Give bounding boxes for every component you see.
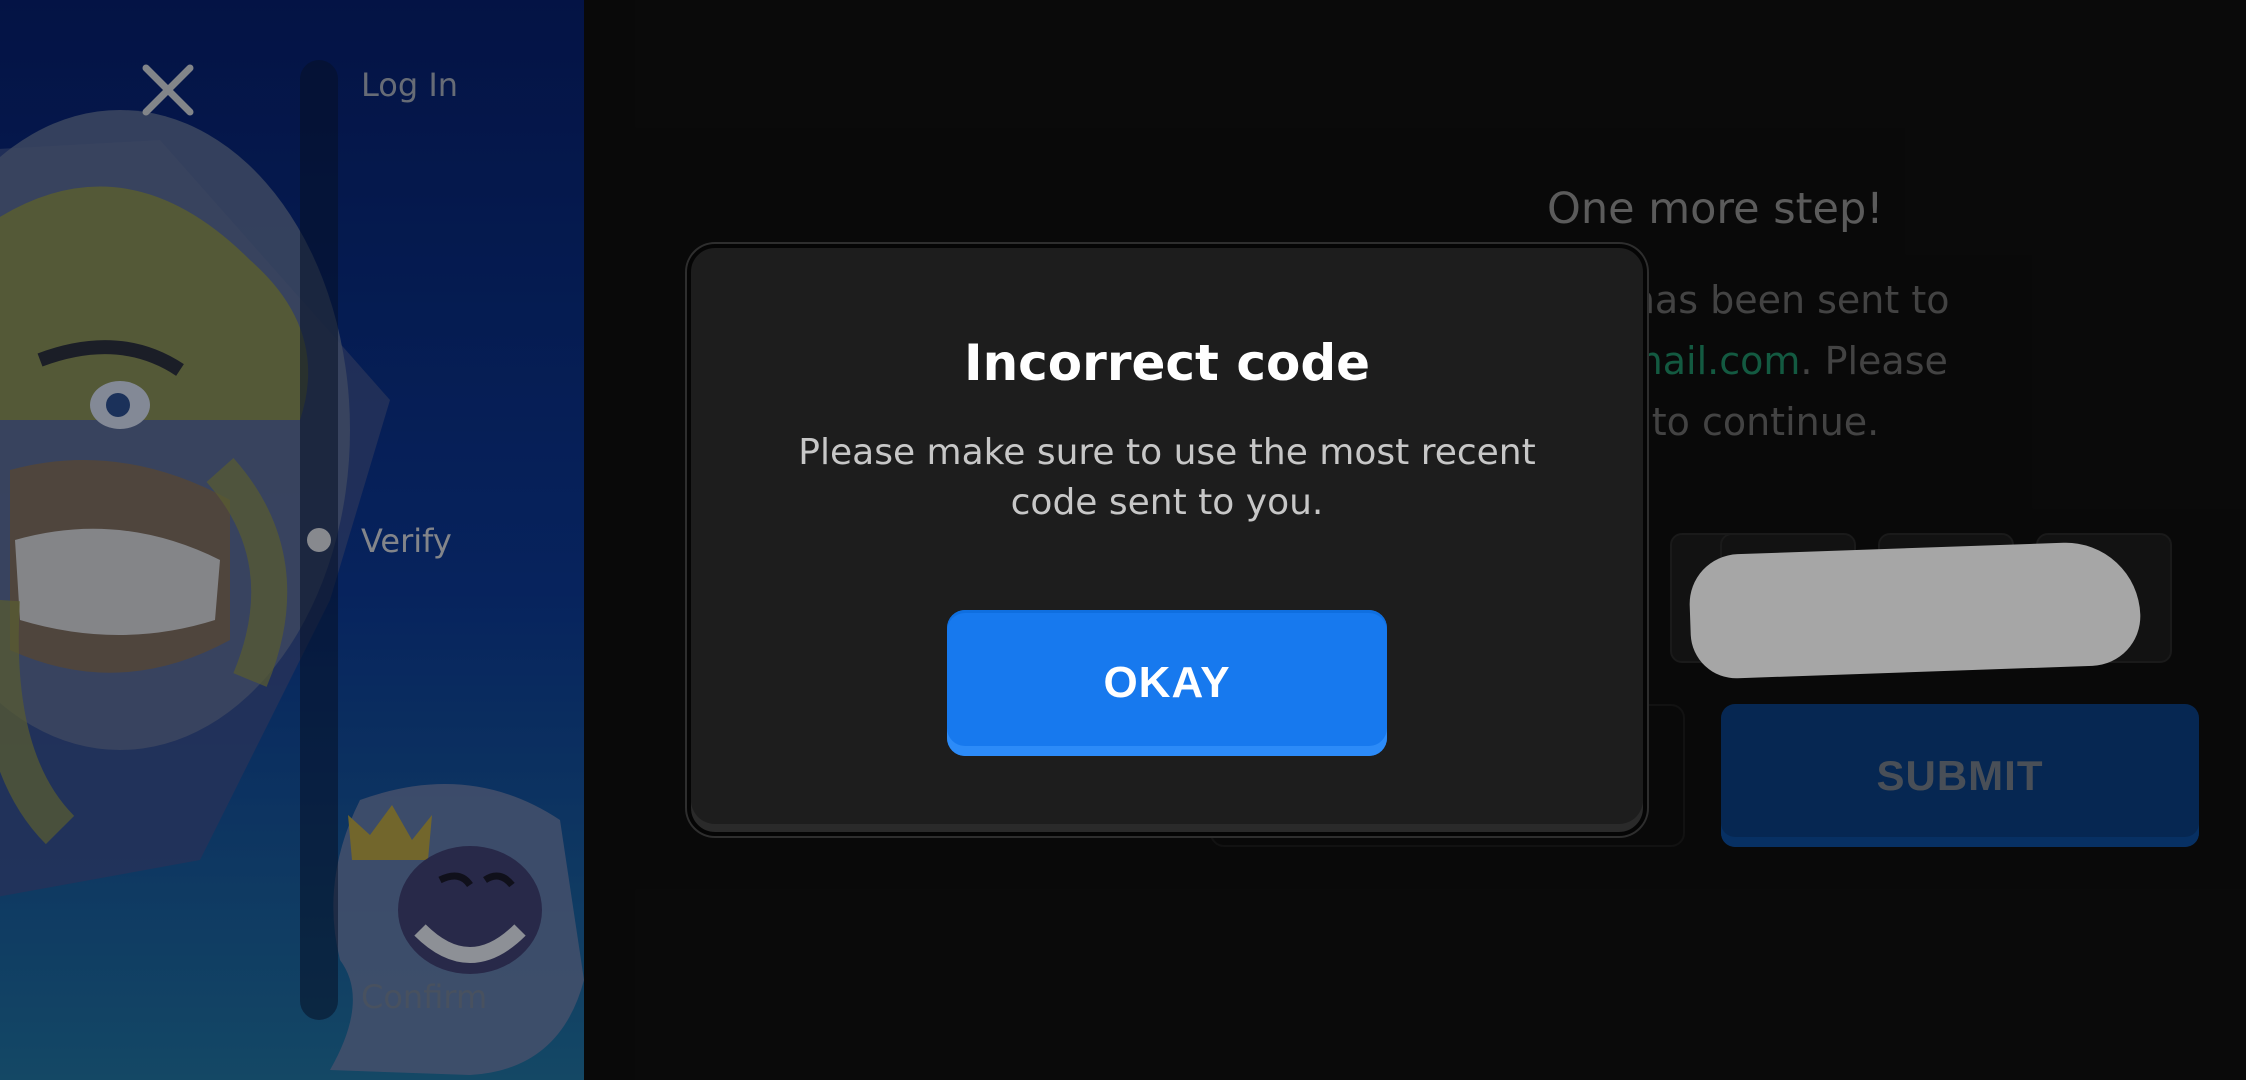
- dialog-message: Please make sure to use the most recent …: [798, 432, 1536, 523]
- dialog-title: Incorrect code: [963, 334, 1371, 392]
- incorrect-code-dialog: Incorrect code Please make sure to use t…: [687, 244, 1647, 836]
- okay-button[interactable]: OKAY: [947, 610, 1387, 756]
- step-confirm-label: Confirm: [361, 978, 488, 1016]
- verification-screen: Log In Verify Confirm One more step! ode…: [0, 0, 2246, 1080]
- step-verify-label: Verify: [361, 522, 452, 560]
- instructions-line-2-rest: . Please: [1800, 339, 1948, 383]
- step-login-label: Log In: [361, 66, 459, 104]
- submit-button[interactable]: SUBMIT: [1721, 704, 2199, 847]
- side-panel: Log In Verify Confirm: [0, 0, 584, 1080]
- current-step-indicator: [307, 528, 331, 552]
- redaction-mark: [1687, 540, 2143, 680]
- close-icon: [142, 64, 194, 116]
- close-button[interactable]: [138, 60, 198, 120]
- laughing-king-emote-art: [330, 784, 584, 1075]
- verification-title: One more step!: [1547, 184, 1884, 234]
